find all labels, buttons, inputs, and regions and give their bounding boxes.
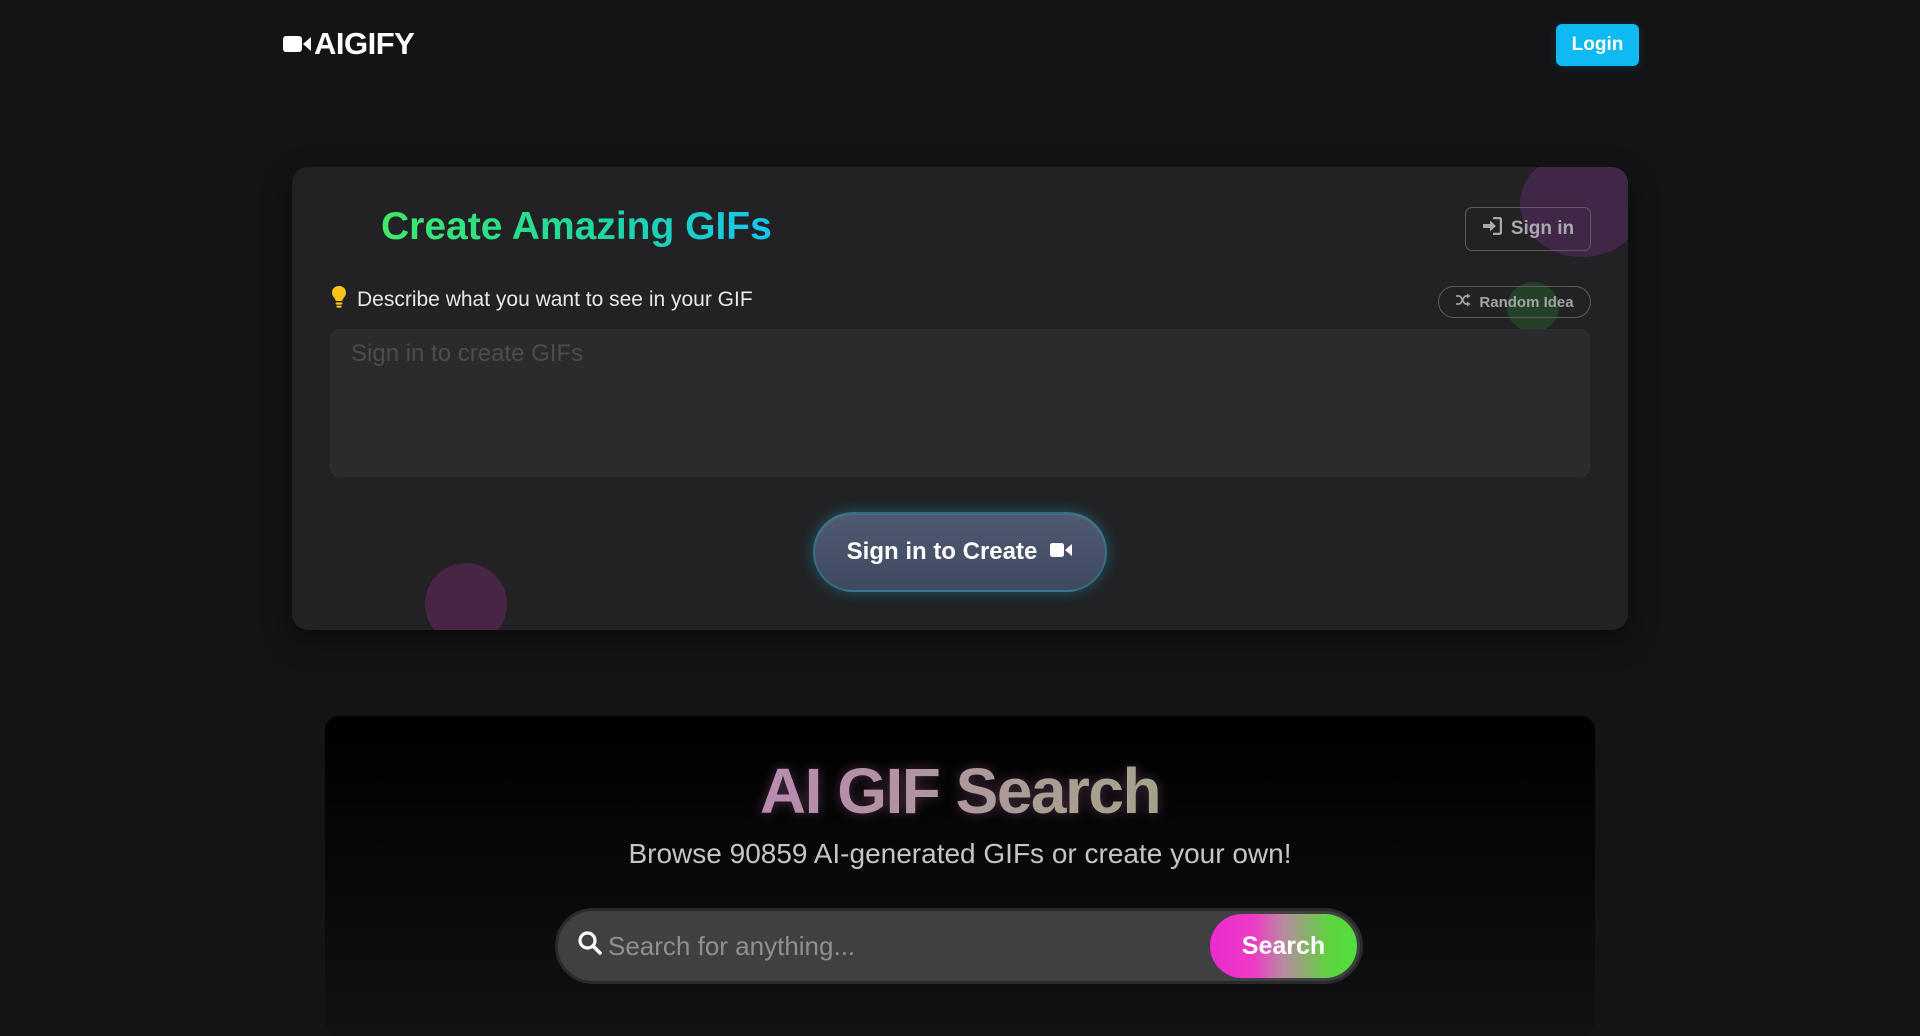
prompt-label: Describe what you want to see in your GI… bbox=[331, 285, 753, 315]
lightbulb-icon bbox=[331, 285, 347, 315]
logo[interactable]: AIGIFY bbox=[282, 26, 415, 62]
logo-text: AIGIFY bbox=[314, 26, 415, 61]
sign-in-to-create-button[interactable]: Sign in to Create bbox=[813, 512, 1107, 592]
video-camera-icon bbox=[1049, 538, 1073, 566]
search-title: AI GIF Search bbox=[325, 751, 1595, 831]
login-button[interactable]: Login bbox=[1556, 24, 1639, 66]
sign-in-icon bbox=[1482, 216, 1503, 241]
shuffle-icon bbox=[1455, 293, 1471, 311]
video-camera-icon bbox=[282, 34, 312, 54]
prompt-textarea[interactable] bbox=[330, 329, 1590, 477]
search-button[interactable]: Search bbox=[1210, 914, 1357, 978]
search-icon bbox=[577, 930, 603, 961]
random-idea-label: Random Idea bbox=[1479, 293, 1574, 311]
search-subtitle: Browse 90859 AI-generated GIFs or create… bbox=[628, 838, 1292, 869]
create-gif-card: Create Amazing GIFs Sign in Describe wha… bbox=[292, 167, 1628, 630]
create-title: Create Amazing GIFs bbox=[381, 203, 772, 251]
decorative-blob bbox=[425, 563, 507, 630]
search-bar: Search bbox=[555, 908, 1363, 984]
sign-in-button[interactable]: Sign in bbox=[1465, 207, 1591, 251]
create-button-label: Sign in to Create bbox=[846, 538, 1038, 565]
search-input[interactable] bbox=[608, 923, 1168, 969]
prompt-label-text: Describe what you want to see in your GI… bbox=[357, 288, 753, 311]
top-navbar: AIGIFY Login bbox=[0, 0, 1920, 92]
sign-in-label: Sign in bbox=[1510, 218, 1575, 239]
gif-search-section: AI GIF Search Browse 90859 AI-generated … bbox=[325, 716, 1595, 1036]
random-idea-button[interactable]: Random Idea bbox=[1438, 286, 1591, 318]
